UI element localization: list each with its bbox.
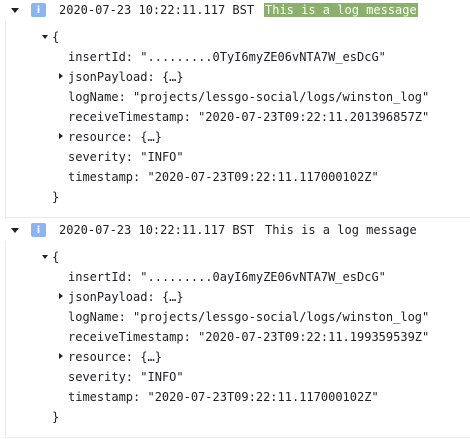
log-entry: i 2020-07-23 10:22:11.117 BST This is a … xyxy=(0,0,470,220)
field-key: logName: xyxy=(68,310,126,324)
entry-timestamp: 2020-07-23 10:22:11.117 BST xyxy=(59,223,255,237)
field-value: "2020-07-23T09:22:11.201396857Z" xyxy=(198,110,430,124)
json-open-brace: { xyxy=(52,250,60,264)
log-entry: i 2020-07-23 10:22:11.117 BST This is a … xyxy=(0,220,470,439)
log-entry-header[interactable]: i 2020-07-23 10:22:11.117 BST This is a … xyxy=(0,220,470,241)
entry-divider xyxy=(5,437,470,438)
field-key: receiveTimestamp: xyxy=(68,330,191,344)
field-key: jsonPayload: xyxy=(68,70,155,84)
field-key: logName: xyxy=(68,90,126,104)
field-value: "projects/lessgo-social/logs/winston_log… xyxy=(133,90,430,104)
field-row-jsonPayload[interactable]: jsonPayload: {…} xyxy=(6,287,466,307)
entry-message[interactable]: This is a log message xyxy=(264,3,418,17)
expand-caret-icon[interactable] xyxy=(59,133,63,139)
json-close-brace: } xyxy=(52,190,60,204)
field-row-resource[interactable]: resource: {…} xyxy=(6,347,466,367)
field-row-receiveTimestamp: receiveTimestamp: "2020-07-23T09:22:11.2… xyxy=(6,107,466,127)
collapse-caret-icon[interactable] xyxy=(11,228,19,233)
field-key: timestamp: xyxy=(68,390,141,404)
field-value: "INFO" xyxy=(140,150,184,164)
info-icon-letter: i xyxy=(36,224,41,236)
field-key: jsonPayload: xyxy=(68,290,155,304)
field-value: "2020-07-23T09:22:11.117000102Z" xyxy=(147,390,379,404)
field-value: {…} xyxy=(140,350,162,364)
field-key: resource: xyxy=(68,350,134,364)
field-value: "2020-07-23T09:22:11.199359539Z" xyxy=(198,330,430,344)
field-row-logName: logName: "projects/lessgo-social/logs/wi… xyxy=(6,307,466,327)
field-row-severity: severity: "INFO" xyxy=(6,367,466,387)
expand-caret-icon[interactable] xyxy=(59,293,63,299)
json-close-brace: } xyxy=(52,410,60,424)
field-row-timestamp: timestamp: "2020-07-23T09:22:11.11700010… xyxy=(6,167,466,187)
field-key: receiveTimestamp: xyxy=(68,110,191,124)
expand-caret-icon[interactable] xyxy=(59,353,63,359)
field-row-resource[interactable]: resource: {…} xyxy=(6,127,466,147)
log-entry-header[interactable]: i 2020-07-23 10:22:11.117 BST This is a … xyxy=(0,0,470,21)
json-root-row[interactable]: { xyxy=(6,247,466,267)
info-icon-letter: i xyxy=(36,4,41,16)
expand-caret-icon[interactable] xyxy=(42,35,48,39)
field-row-insertId: insertId: ".........0TyI6myZE06vNTA7W_es… xyxy=(6,47,466,67)
field-row-insertId: insertId: ".........0ayI6myZE06vNTA7W_es… xyxy=(6,267,466,287)
field-value: {…} xyxy=(161,70,184,84)
field-key: timestamp: xyxy=(68,170,141,184)
field-value: {…} xyxy=(140,130,162,144)
entry-divider xyxy=(5,217,470,218)
field-row-logName: logName: "projects/lessgo-social/logs/wi… xyxy=(6,87,466,107)
expand-caret-icon[interactable] xyxy=(59,73,63,79)
entry-message[interactable]: This is a log message xyxy=(264,223,418,237)
field-row-jsonPayload[interactable]: jsonPayload: {…} xyxy=(6,67,466,87)
info-icon: i xyxy=(31,3,46,17)
json-open-brace: { xyxy=(52,30,60,44)
field-row-severity: severity: "INFO" xyxy=(6,147,466,167)
field-value: {…} xyxy=(161,290,184,304)
field-value: ".........0ayI6myZE06vNTA7W_esDcG" xyxy=(140,270,386,284)
field-row-receiveTimestamp: receiveTimestamp: "2020-07-23T09:22:11.1… xyxy=(6,327,466,347)
field-key: insertId: xyxy=(68,270,134,284)
json-close-row: } xyxy=(6,187,466,207)
field-value: "INFO" xyxy=(140,370,184,384)
field-key: insertId: xyxy=(68,50,134,64)
field-value: "projects/lessgo-social/logs/winston_log… xyxy=(133,310,430,324)
json-root-row[interactable]: { xyxy=(6,27,466,47)
entry-timestamp: 2020-07-23 10:22:11.117 BST xyxy=(59,3,255,17)
info-icon: i xyxy=(31,223,46,237)
expand-caret-icon[interactable] xyxy=(42,255,48,259)
collapse-caret-icon[interactable] xyxy=(11,8,19,13)
log-entry-payload: { insertId: ".........0ayI6myZE06vNTA7W_… xyxy=(5,241,470,438)
field-key: resource: xyxy=(68,130,134,144)
json-close-row: } xyxy=(6,407,466,427)
field-value: ".........0TyI6myZE06vNTA7W_esDcG" xyxy=(140,50,386,64)
field-value: "2020-07-23T09:22:11.117000102Z" xyxy=(147,170,379,184)
field-row-timestamp: timestamp: "2020-07-23T09:22:11.11700010… xyxy=(6,387,466,407)
log-entry-payload: { insertId: ".........0TyI6myZE06vNTA7W_… xyxy=(5,21,470,220)
field-key: severity: xyxy=(68,150,134,164)
field-key: severity: xyxy=(68,370,134,384)
